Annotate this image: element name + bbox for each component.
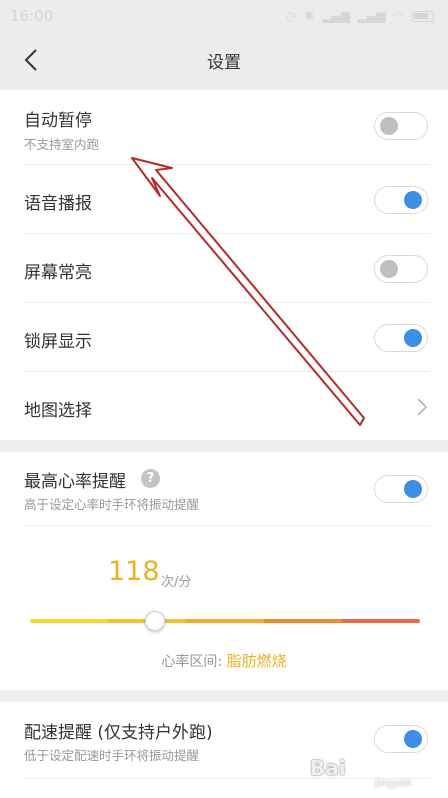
voice-broadcast-label: 语音播报 [24, 194, 92, 214]
toggle-knob [380, 117, 398, 135]
status-time: 16:00 [10, 7, 54, 25]
divider [24, 778, 430, 779]
heart-rate-value: 118 [108, 556, 160, 587]
auto-pause-toggle[interactable] [374, 112, 428, 140]
voice-broadcast-toggle[interactable] [374, 186, 428, 214]
screen-on-toggle[interactable] [374, 255, 428, 283]
toggle-knob [404, 480, 422, 498]
signal-icon: ▂▄▆ [322, 9, 350, 23]
setting-voice-broadcast: 语音播报 [0, 165, 448, 234]
status-icons: ◷ ✱ ▂▄▆ ▂▄▆ ◠ [286, 9, 434, 23]
heart-rate-sub: 高于设定心率时手环将振动提醒 [24, 497, 200, 512]
toggle-knob [404, 191, 422, 209]
toggle-knob [404, 329, 422, 347]
slider-zone-3 [186, 619, 264, 623]
slider-zone-4 [264, 619, 342, 623]
wifi-icon: ◠ [393, 9, 404, 23]
setting-lock-screen-display: 锁屏显示 [0, 303, 448, 372]
nav-bar: 设置 [0, 32, 448, 88]
zone-value: 脂肪燃烧 [226, 652, 287, 670]
settings-card-general: 自动暂停 不支持室内跑 语音播报 屏幕常亮 锁屏显示 地图选择 [0, 90, 448, 440]
pace-toggle[interactable] [374, 725, 428, 753]
watermark-logo: Bai [310, 756, 346, 780]
heart-rate-zone: 心率区间: 脂肪燃烧 [0, 650, 448, 671]
map-select-label: 地图选择 [24, 401, 92, 421]
zone-label: 心率区间: [161, 654, 223, 670]
watermark-sub: jingyan [375, 778, 412, 789]
help-icon[interactable]: ? [141, 469, 160, 488]
screen-on-label: 屏幕常亮 [24, 263, 92, 283]
page-title: 设置 [207, 52, 241, 73]
battery-icon [412, 10, 434, 22]
toggle-knob [404, 730, 422, 748]
lock-screen-display-toggle[interactable] [374, 324, 428, 352]
auto-pause-sub: 不支持室内跑 [24, 137, 100, 152]
pace-label: 配速提醒 (仅支持户外跑) [24, 723, 213, 743]
heart-rate-slider-track[interactable] [30, 619, 420, 623]
heart-rate-slider-thumb[interactable] [144, 611, 165, 631]
bluetooth-icon: ✱ [304, 9, 315, 23]
slider-zone-1 [30, 619, 108, 623]
setting-screen-on: 屏幕常亮 [0, 234, 448, 303]
chevron-left-icon[interactable] [18, 46, 46, 74]
setting-auto-pause: 自动暂停 不支持室内跑 [0, 90, 448, 165]
alarm-icon: ◷ [285, 9, 297, 23]
lock-screen-display-label: 锁屏显示 [24, 332, 92, 352]
status-bar: 16:00 ◷ ✱ ▂▄▆ ▂▄▆ ◠ [0, 0, 448, 32]
slider-zone-5 [342, 619, 420, 623]
heart-rate-unit: 次/分 [161, 575, 192, 590]
pace-sub: 低于设定配速时手环将振动提醒 [24, 748, 200, 763]
setting-map-select[interactable]: 地图选择 [0, 372, 448, 440]
heart-rate-toggle[interactable] [374, 475, 428, 503]
toggle-knob [380, 260, 398, 278]
auto-pause-label: 自动暂停 [24, 111, 92, 131]
heart-rate-label: 最高心率提醒 [24, 472, 126, 492]
chevron-right-icon [417, 398, 428, 416]
signal-icon: ▂▄▆ [357, 9, 386, 23]
divider [24, 525, 430, 526]
